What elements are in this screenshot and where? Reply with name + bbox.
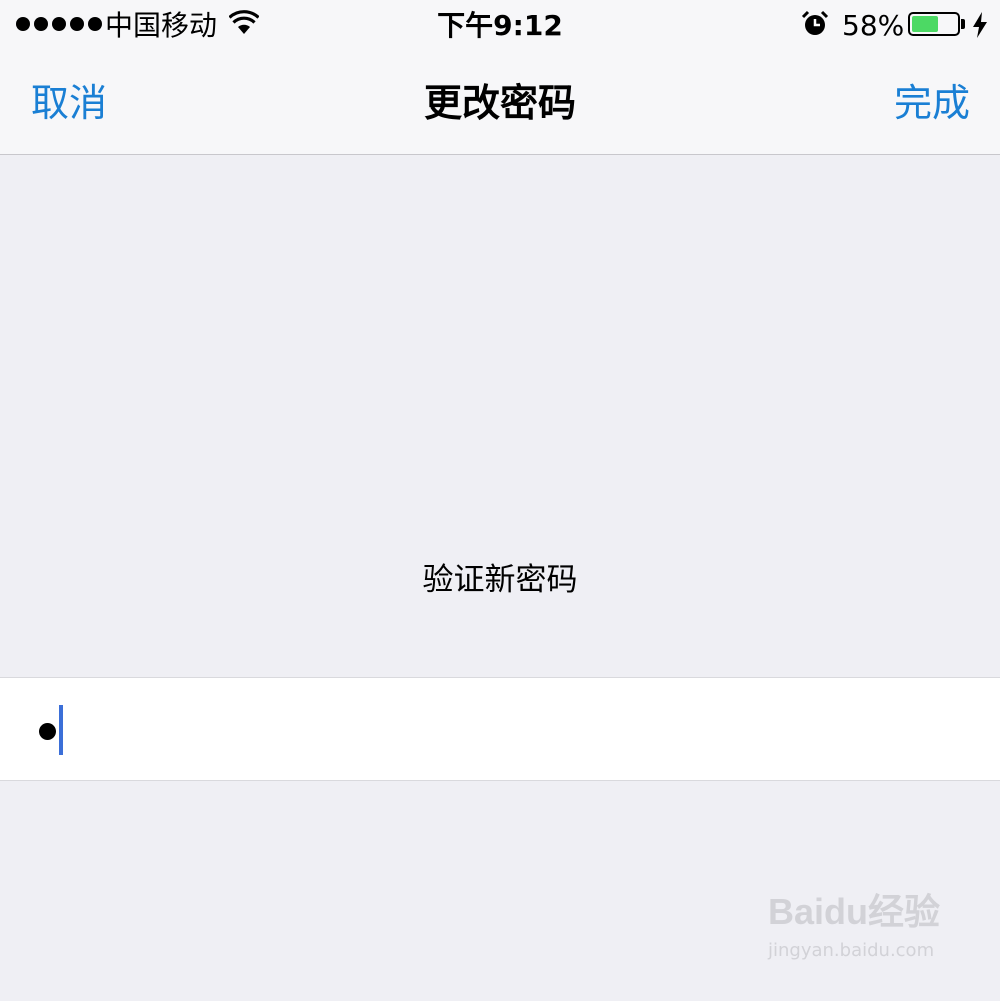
status-bar: 中国移动 下午9:12 58%	[0, 0, 1000, 52]
baidu-jingyan-watermark: Baidu经验 jingyan.baidu.com	[768, 890, 940, 962]
charging-icon	[973, 12, 987, 38]
verify-new-password-prompt: 验证新密码	[422, 562, 578, 598]
page-title: 更改密码	[423, 81, 576, 125]
battery-nub	[961, 19, 965, 29]
navigation-bar: 取消 更改密码 完成	[0, 52, 1000, 155]
battery-percentage: 58%	[842, 9, 905, 42]
watermark-url: jingyan.baidu.com	[768, 940, 935, 961]
masked-password-dot	[39, 723, 56, 740]
watermark-brand: Baidu经验	[768, 891, 941, 932]
password-input[interactable]	[0, 677, 1000, 781]
battery-icon	[908, 12, 960, 36]
text-cursor	[59, 705, 63, 755]
done-button[interactable]: 完成	[894, 80, 970, 126]
alarm-icon	[801, 10, 829, 35]
